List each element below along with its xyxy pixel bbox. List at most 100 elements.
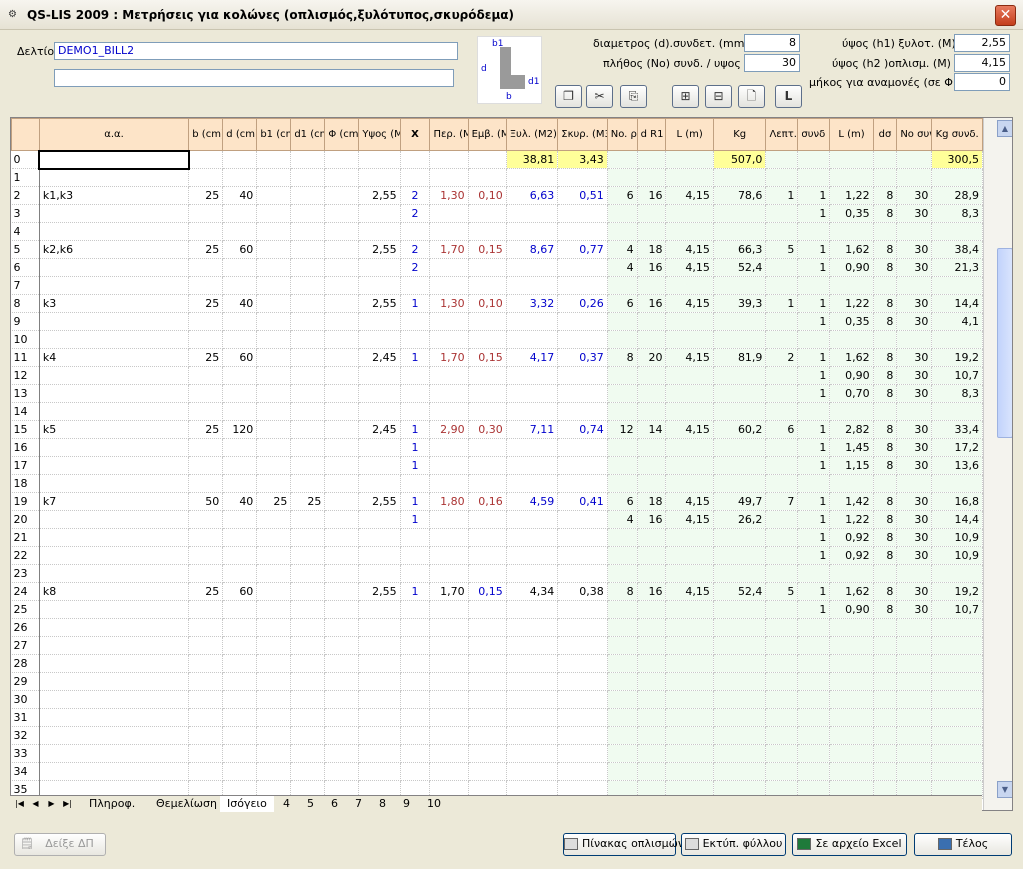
grid-cell[interactable] bbox=[506, 474, 559, 493]
grid-cell[interactable] bbox=[324, 546, 360, 565]
grid-cell[interactable] bbox=[665, 600, 714, 619]
grid-cell[interactable] bbox=[429, 672, 469, 691]
grid-cell[interactable] bbox=[506, 402, 559, 421]
paste-button[interactable]: ⎘ bbox=[620, 85, 647, 108]
grid-cell[interactable] bbox=[468, 366, 507, 385]
grid-cell[interactable] bbox=[188, 204, 224, 223]
grid-cell[interactable] bbox=[713, 762, 767, 781]
grid-cell[interactable] bbox=[39, 528, 190, 547]
tab-4[interactable]: 4 bbox=[276, 796, 297, 812]
grid-cell[interactable] bbox=[290, 348, 326, 367]
grid-cell[interactable]: 2,55 bbox=[358, 492, 401, 511]
grid-cell[interactable] bbox=[256, 582, 292, 601]
grid-cell[interactable] bbox=[506, 330, 559, 349]
grid-cell[interactable]: 1 bbox=[400, 294, 431, 313]
grid-cell[interactable] bbox=[506, 222, 559, 241]
grid-cell[interactable]: 0,51 bbox=[557, 186, 608, 205]
grid-cell[interactable] bbox=[665, 636, 714, 655]
scroll-up-arrow-icon[interactable]: ▲ bbox=[997, 120, 1012, 137]
grid-cell[interactable] bbox=[400, 384, 431, 403]
grid-cell[interactable] bbox=[896, 690, 933, 709]
grid-cell[interactable]: 52,4 bbox=[713, 258, 767, 277]
grid-cell[interactable] bbox=[256, 690, 292, 709]
grid-cell[interactable] bbox=[765, 402, 799, 421]
grid-cell[interactable] bbox=[506, 258, 559, 277]
grid-cell[interactable] bbox=[896, 276, 933, 295]
grid-cell[interactable]: 8 bbox=[873, 528, 898, 547]
grid-cell[interactable] bbox=[188, 330, 224, 349]
grid-cell[interactable] bbox=[506, 636, 559, 655]
grid-cell[interactable] bbox=[557, 726, 608, 745]
grid-cell[interactable] bbox=[324, 402, 360, 421]
grid-cell[interactable]: 25 bbox=[188, 294, 224, 313]
grid-cell[interactable] bbox=[222, 438, 258, 457]
grid-cell[interactable] bbox=[713, 690, 767, 709]
grid-cell[interactable] bbox=[765, 762, 799, 781]
grid-cell[interactable]: 8 bbox=[873, 258, 898, 277]
grid-cell[interactable] bbox=[765, 312, 799, 331]
grid-cell[interactable] bbox=[506, 366, 559, 385]
grid-cell[interactable] bbox=[222, 456, 258, 475]
grid-cell[interactable] bbox=[468, 204, 507, 223]
grid-cell[interactable] bbox=[188, 564, 224, 583]
grid-cell[interactable] bbox=[468, 168, 507, 187]
grid-cell[interactable] bbox=[39, 276, 190, 295]
grid-cell[interactable] bbox=[290, 528, 326, 547]
grid-cell[interactable] bbox=[222, 726, 258, 745]
grid-cell[interactable] bbox=[931, 762, 983, 781]
grid-cell[interactable]: 18 bbox=[637, 492, 667, 511]
grid-cell[interactable] bbox=[358, 222, 401, 241]
grid-cell[interactable] bbox=[39, 168, 190, 187]
grid-cell[interactable]: 6 bbox=[607, 492, 638, 511]
grid-cell[interactable] bbox=[358, 600, 401, 619]
grid-cell[interactable] bbox=[429, 384, 469, 403]
grid-cell[interactable]: 1 bbox=[797, 492, 831, 511]
grid-cell[interactable] bbox=[324, 186, 360, 205]
grid-cell[interactable]: 1 bbox=[400, 420, 431, 439]
grid-cell[interactable] bbox=[290, 546, 326, 565]
grid-cell[interactable] bbox=[39, 456, 190, 475]
grid-cell[interactable] bbox=[222, 564, 258, 583]
grid-cell[interactable]: k1,k3 bbox=[39, 186, 190, 205]
grid-cell[interactable]: 4 bbox=[607, 240, 638, 259]
grid-cell[interactable] bbox=[468, 762, 507, 781]
grid-cell[interactable] bbox=[637, 402, 667, 421]
grid-cell[interactable] bbox=[797, 744, 831, 763]
grid-cell[interactable]: 0,41 bbox=[557, 492, 608, 511]
grid-cell[interactable] bbox=[358, 384, 401, 403]
grid-cell[interactable] bbox=[400, 402, 431, 421]
grid-cell[interactable] bbox=[256, 348, 292, 367]
grid-cell[interactable] bbox=[290, 276, 326, 295]
grid-cell[interactable] bbox=[429, 762, 469, 781]
grid-cell[interactable] bbox=[358, 168, 401, 187]
grid-cell[interactable] bbox=[222, 402, 258, 421]
column-header[interactable]: dσ bbox=[872, 118, 898, 151]
grid-cell[interactable]: 1 bbox=[797, 546, 831, 565]
grid-cell[interactable]: 6,63 bbox=[506, 186, 559, 205]
grid-cell[interactable] bbox=[637, 708, 667, 727]
grid-cell[interactable] bbox=[400, 528, 431, 547]
grid-cell[interactable]: 0,35 bbox=[829, 312, 874, 331]
grid-cell[interactable] bbox=[324, 618, 360, 637]
grid-cell[interactable] bbox=[797, 762, 831, 781]
grid-cell[interactable] bbox=[358, 312, 401, 331]
grid-cell[interactable] bbox=[429, 402, 469, 421]
grid-cell[interactable] bbox=[256, 222, 292, 241]
grid-cell[interactable] bbox=[429, 474, 469, 493]
grid-cell[interactable] bbox=[873, 636, 898, 655]
grid-cell[interactable] bbox=[829, 726, 874, 745]
grid-cell[interactable] bbox=[896, 762, 933, 781]
grid-cell[interactable] bbox=[713, 708, 767, 727]
grid-cell[interactable]: 30 bbox=[896, 258, 933, 277]
rebar-table-button[interactable]: Πίνακας οπλισμών bbox=[563, 833, 684, 856]
grid-cell[interactable] bbox=[188, 276, 224, 295]
grid-cell[interactable] bbox=[290, 726, 326, 745]
grid-cell[interactable] bbox=[506, 654, 559, 673]
grid-cell[interactable]: 8 bbox=[873, 384, 898, 403]
grid-cell[interactable]: 16 bbox=[637, 294, 667, 313]
grid-cell[interactable] bbox=[797, 654, 831, 673]
grid-cell[interactable] bbox=[713, 168, 767, 187]
grid-cell[interactable]: 30 bbox=[896, 510, 933, 529]
grid-cell[interactable] bbox=[557, 168, 608, 187]
grid-cell[interactable]: 4 bbox=[607, 510, 638, 529]
